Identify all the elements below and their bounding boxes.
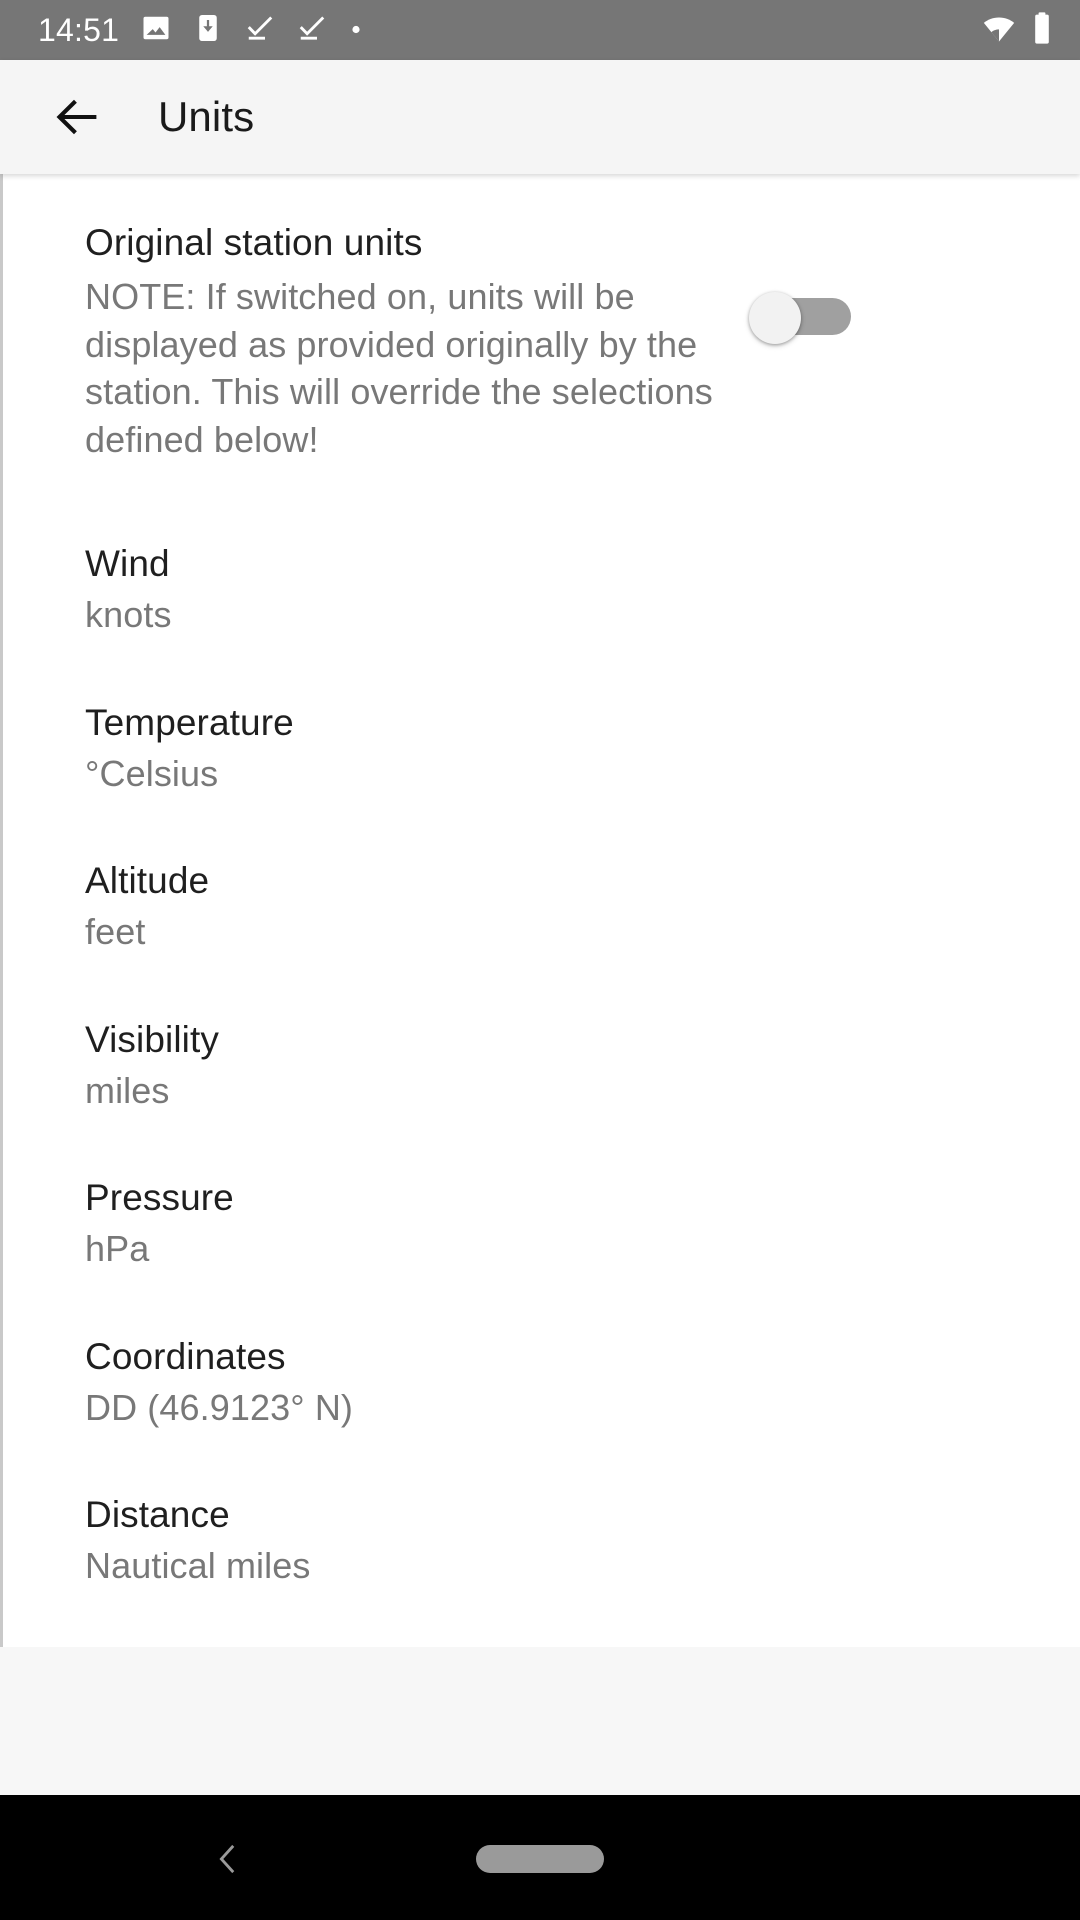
preference-altitude[interactable]: Altitude feet — [3, 858, 1080, 954]
preference-text-block: Pressure hPa — [85, 1175, 1042, 1271]
preference-coordinates[interactable]: Coordinates DD (46.9123° N) — [3, 1334, 1080, 1430]
back-button[interactable] — [46, 86, 108, 148]
nav-home-indicator[interactable] — [476, 1845, 604, 1873]
preference-list: Original station units NOTE: If switched… — [3, 174, 1080, 1589]
check-underline-icon-2 — [297, 13, 327, 48]
toggle-thumb — [749, 292, 801, 344]
preference-text-block: Original station units NOTE: If switched… — [85, 220, 725, 463]
switch-holder — [725, 220, 875, 344]
dot-icon — [349, 21, 363, 40]
preference-text-block: Wind knots — [85, 541, 1042, 637]
preference-text-block: Coordinates DD (46.9123° N) — [85, 1334, 1042, 1430]
preference-title: Visibility — [85, 1018, 219, 1060]
preference-summary: feet — [85, 911, 146, 953]
preference-temperature[interactable]: Temperature °Celsius — [3, 700, 1080, 796]
preference-summary: NOTE: If switched on, units will be disp… — [85, 276, 713, 460]
preference-text-block: Altitude feet — [85, 858, 1042, 954]
preference-title: Pressure — [85, 1177, 234, 1219]
image-icon — [141, 13, 171, 48]
preference-summary: miles — [85, 1069, 170, 1111]
preference-visibility[interactable]: Visibility miles — [3, 1017, 1080, 1113]
phone-screen: 14:51 Units Original station units NOTE:… — [0, 0, 1080, 1920]
status-bar-clock: 14:51 — [38, 12, 120, 48]
wifi-icon — [982, 11, 1016, 50]
download-to-device-icon — [193, 13, 223, 48]
preference-summary: knots — [85, 594, 172, 636]
status-bar-left: 14:51 — [38, 13, 363, 48]
check-underline-icon-1 — [245, 13, 275, 48]
preference-original-station-units[interactable]: Original station units NOTE: If switched… — [3, 174, 1080, 463]
preference-title: Coordinates — [85, 1335, 286, 1377]
preference-title: Wind — [85, 543, 170, 585]
preference-title: Temperature — [85, 701, 294, 743]
preference-text-block: Distance Nautical miles — [85, 1492, 1042, 1588]
arrow-left-icon — [56, 99, 97, 135]
preference-title: Altitude — [85, 860, 210, 902]
original-station-units-toggle[interactable] — [749, 292, 851, 344]
preference-distance[interactable]: Distance Nautical miles — [3, 1492, 1080, 1588]
preference-title: Original station units — [85, 222, 423, 263]
preference-wind[interactable]: Wind knots — [3, 541, 1080, 637]
preference-text-block: Visibility miles — [85, 1017, 1042, 1113]
system-navigation-bar — [0, 1795, 1080, 1920]
status-bar: 14:51 — [0, 0, 1080, 60]
status-bar-right — [982, 11, 1052, 50]
app-bar: Units — [0, 60, 1080, 174]
preference-summary: hPa — [85, 1228, 150, 1270]
preference-summary: DD (46.9123° N) — [85, 1386, 354, 1428]
preference-title: Distance — [85, 1494, 230, 1536]
preference-summary: °Celsius — [85, 752, 219, 794]
nav-back-button[interactable] — [196, 1827, 260, 1891]
battery-icon — [1032, 11, 1052, 50]
chevron-left-icon — [219, 1844, 235, 1874]
preference-summary: Nautical miles — [85, 1545, 311, 1587]
preference-pressure[interactable]: Pressure hPa — [3, 1175, 1080, 1271]
footer-spacer — [0, 1647, 1080, 1795]
page-title: Units — [158, 93, 255, 140]
preference-text-block: Temperature °Celsius — [85, 700, 1042, 796]
settings-scroll-area[interactable]: Original station units NOTE: If switched… — [0, 174, 1080, 1647]
